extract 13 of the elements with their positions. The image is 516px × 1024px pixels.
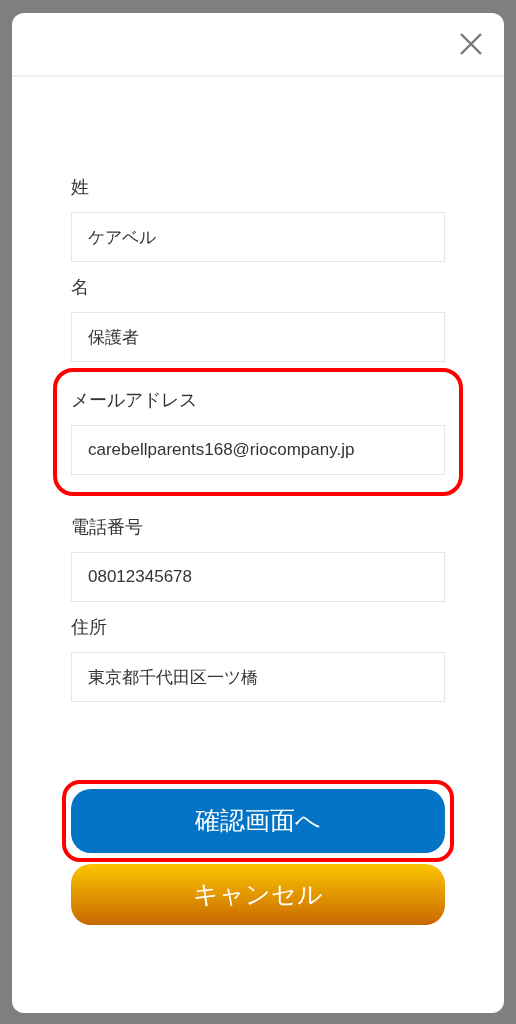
confirm-button[interactable]: 確認画面へ (71, 789, 445, 853)
field-label: 姓 (71, 176, 90, 199)
input-field[interactable]: ケアベル (71, 212, 445, 262)
input-field[interactable]: 東京都千代田区一ツ橋 (71, 652, 445, 702)
field-label: メールアドレス (71, 389, 198, 412)
input-field[interactable]: 08012345678 (71, 552, 445, 602)
field-label: 電話番号 (71, 516, 144, 539)
close-icon (459, 32, 483, 56)
field-label: 名 (71, 276, 90, 299)
input-field[interactable]: 保護者 (71, 312, 445, 362)
field-label: 住所 (71, 616, 108, 639)
close-button[interactable] (458, 31, 484, 57)
input-field[interactable]: carebellparents168@riocompany.jp (71, 425, 445, 475)
